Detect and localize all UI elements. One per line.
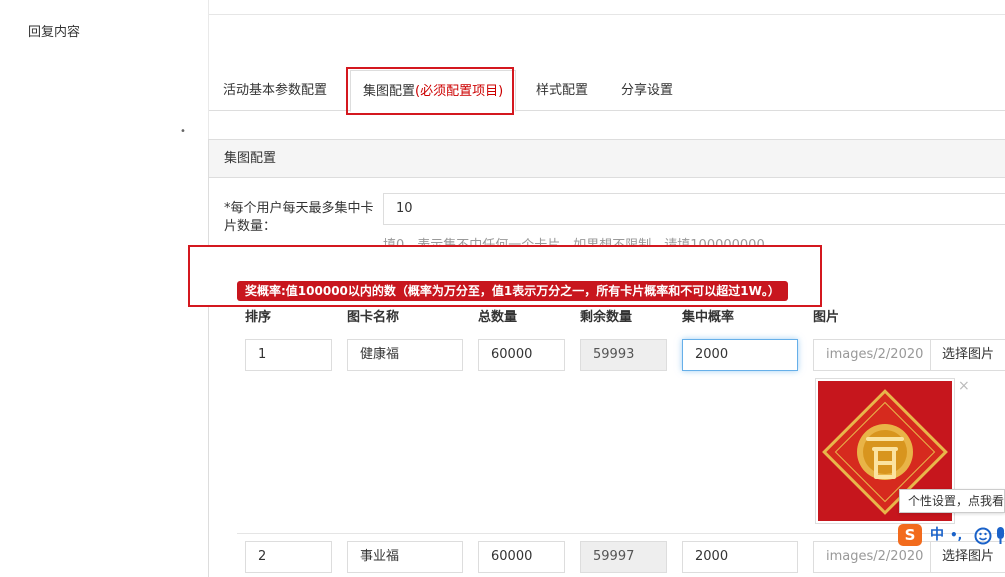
row2-name-input[interactable]: 事业福 [347,541,463,573]
row2-total-input[interactable]: 60000 [478,541,565,573]
col-header-name: 图卡名称 [347,310,400,325]
tab-style-config[interactable]: 样式配置 [536,70,588,111]
col-header-remaining: 剩余数量 [580,310,633,325]
col-header-total: 总数量 [478,310,518,325]
reply-content-label: 回复内容 [28,25,81,40]
row1-select-image-button[interactable]: 选择图片 [930,339,1005,371]
row1-probability-input[interactable]: 2000 [682,339,798,371]
daily-limit-help: 填0，表示集不中任何一个卡片。如果想不限制，请填100000000 [383,238,765,253]
col-header-image: 图片 [813,310,840,325]
panel-heading: 集图配置 [209,140,1005,178]
ime-lang-toggle[interactable]: 中 [930,524,944,546]
row2-sort-input[interactable]: 2 [245,541,332,573]
col-header-probability: 集中概率 [682,310,735,325]
row1-name-input[interactable]: 健康福 [347,339,463,371]
remove-image-close-icon[interactable]: × [958,378,970,394]
tab-collect-label: 集图配置 [363,84,416,99]
mic-icon[interactable] [996,526,1005,546]
tab-share-settings[interactable]: 分享设置 [621,70,673,111]
tab-collect-config[interactable]: 集图配置(必须配置项目) [350,70,517,112]
row1-remaining-field: 59993 [580,339,667,371]
row2-remaining-field: 59997 [580,541,667,573]
config-tabs: 活动基本参数配置 集图配置(必须配置项目) 样式配置 分享设置 [209,70,1005,112]
ime-punct-toggle[interactable]: •, [950,524,962,546]
probability-notice: 奖概率:值100000以内的数（概率为万分至，值1表示万分之一，所有卡片概率和不… [237,281,788,301]
top-divider [209,14,1005,15]
smile-icon[interactable] [974,527,992,545]
row1-total-input[interactable]: 60000 [478,339,565,371]
daily-limit-input[interactable]: 10 [383,193,1005,225]
daily-limit-label: *每个用户每天最多集中卡片数量： [224,201,374,234]
tab-basic-params[interactable]: 活动基本参数配置 [223,70,327,111]
row-divider [237,533,1005,534]
row1-sort-input[interactable]: 1 [245,339,332,371]
row2-probability-input[interactable]: 2000 [682,541,798,573]
ime-tooltip: 个性设置，点我看 [899,489,1005,513]
ime-toolbar: S 中 •, [898,520,1005,550]
tab-required-note: (必须配置项目) [415,84,504,99]
row1-image-path-input[interactable]: images/2/2020 [813,339,931,371]
sogou-logo-icon[interactable]: S [898,524,922,546]
bullet-dot: • [180,126,186,137]
col-header-sort: 排序 [245,310,272,325]
